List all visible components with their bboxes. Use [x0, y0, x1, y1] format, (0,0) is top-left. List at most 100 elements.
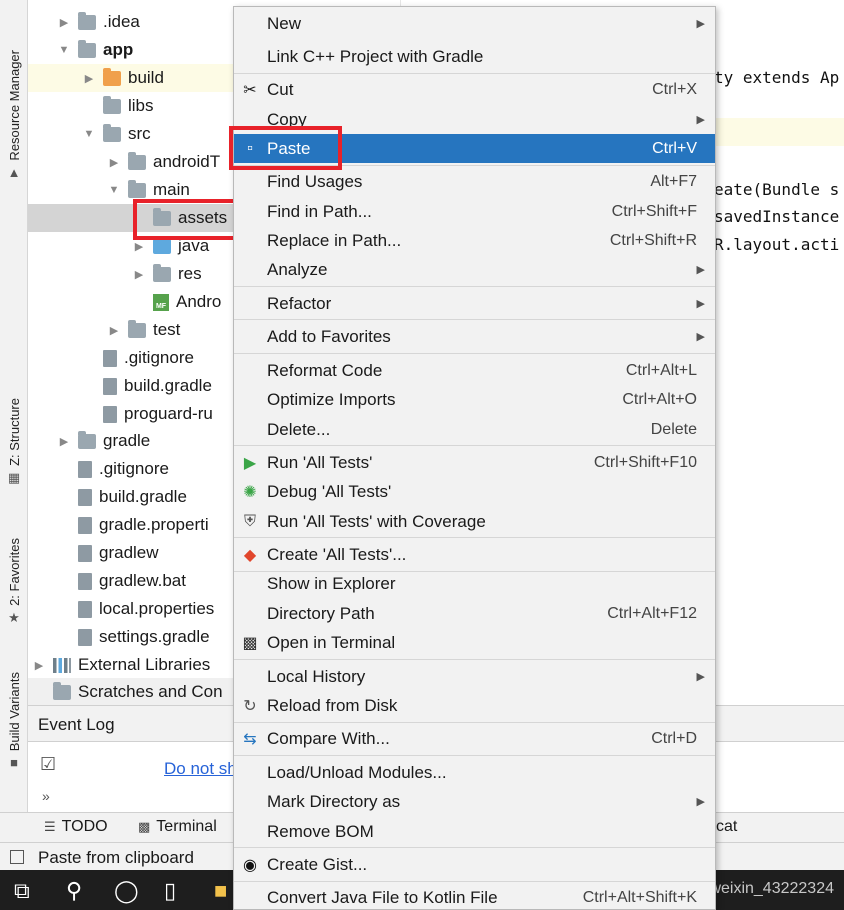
menu-item-show-in-explorer[interactable]: Show in Explorer	[234, 569, 715, 598]
menu-item-label: Delete...	[267, 419, 331, 439]
more-icon[interactable]: »	[42, 788, 50, 804]
menu-separator	[234, 881, 715, 882]
menu-item-shortcut: Alt+F7	[650, 172, 697, 190]
menu-item-optimize-imports[interactable]: Optimize Imports Ctrl+Alt+O	[234, 385, 715, 414]
tree-item-app-gitignore[interactable]: .gitignore	[28, 344, 238, 372]
annotation-highlight-paste	[229, 126, 342, 170]
cortana-icon[interactable]: ◯	[114, 878, 139, 904]
menu-item-find-usages[interactable]: Find Usages Alt+F7	[234, 167, 715, 196]
menu-item-create-all-tests[interactable]: ◆ Create 'All Tests'...	[234, 540, 715, 569]
tab-resource-manager-label: Resource Manager	[6, 50, 22, 161]
tree-item-app[interactable]: ▼ app	[28, 36, 238, 64]
scratches-icon	[53, 681, 71, 700]
expand-arrow-icon[interactable]: ▶	[83, 72, 95, 85]
tab-build-variants[interactable]: Build Variants ■	[0, 672, 28, 770]
tree-item-manifest[interactable]: MF Andro	[28, 288, 238, 316]
tree-item-app-build-gradle[interactable]: build.gradle	[28, 372, 238, 400]
menu-item-run-with-coverage[interactable]: ⛨ Run 'All Tests' with Coverage	[234, 507, 715, 536]
task-view-icon[interactable]: ▯	[164, 878, 176, 904]
menu-item-link-cpp[interactable]: Link C++ Project with Gradle	[234, 42, 715, 71]
menu-separator	[234, 537, 715, 538]
tree-item-scratches[interactable]: Scratches and Con	[28, 678, 238, 705]
menu-item-cut[interactable]: ✂ Cut Ctrl+X	[234, 75, 715, 104]
menu-item-add-to-favorites[interactable]: Add to Favorites ▶	[234, 322, 715, 351]
tab-todo[interactable]: ☰ TODO	[44, 818, 108, 836]
menu-item-label: Convert Java File to Kotlin File	[267, 887, 498, 907]
menu-item-find-in-path[interactable]: Find in Path... Ctrl+Shift+F	[234, 197, 715, 226]
tree-item-src[interactable]: ▼ src	[28, 120, 238, 148]
tree-item-label: gradle.properti	[99, 515, 209, 534]
submenu-arrow-icon: ▶	[696, 114, 705, 126]
collapse-arrow-icon[interactable]: ▼	[58, 44, 70, 56]
tab-terminal[interactable]: ▩ Terminal	[138, 818, 217, 836]
expand-arrow-icon[interactable]: ▶	[133, 268, 145, 281]
tree-item-external-libraries[interactable]: ▶ External Libraries	[28, 651, 238, 679]
expand-arrow-icon[interactable]: ▶	[108, 324, 120, 337]
menu-item-directory-path[interactable]: Directory Path Ctrl+Alt+F12	[234, 599, 715, 628]
expand-arrow-icon[interactable]: ▶	[33, 659, 45, 672]
tab-favorites[interactable]: 2: Favorites ★	[0, 538, 28, 626]
expand-arrow-icon[interactable]: ▶	[108, 156, 120, 169]
menu-item-create-gist[interactable]: ◉ Create Gist...	[234, 850, 715, 879]
menu-item-label: Create 'All Tests'...	[267, 544, 407, 564]
tree-item-build-gradle[interactable]: build.gradle	[28, 483, 238, 511]
tree-item-label: androidT	[153, 152, 221, 171]
tree-item-libs[interactable]: libs	[28, 92, 238, 120]
menu-item-reload-from-disk[interactable]: ↻ Reload from Disk	[234, 691, 715, 720]
menu-item-debug-all-tests[interactable]: ✺ Debug 'All Tests'	[234, 477, 715, 506]
tab-structure[interactable]: Z: Structure ▦	[0, 398, 28, 486]
libraries-icon	[53, 657, 71, 673]
tree-item-gradlew[interactable]: gradlew	[28, 539, 238, 567]
tab-logcat[interactable]: cat	[716, 818, 737, 836]
menu-item-open-in-terminal[interactable]: ▩ Open in Terminal	[234, 628, 715, 657]
tree-item-label: build.gradle	[99, 487, 187, 506]
tree-item-androidtest[interactable]: ▶ androidT	[28, 148, 238, 176]
menu-item-remove-bom[interactable]: Remove BOM	[234, 817, 715, 846]
expand-arrow-icon[interactable]: ▶	[58, 435, 70, 448]
tree-item-label: .gitignore	[124, 348, 194, 367]
menu-item-analyze[interactable]: Analyze ▶	[234, 255, 715, 284]
expand-arrow-icon[interactable]: ▶	[133, 240, 145, 253]
tree-item-local-properties[interactable]: local.properties	[28, 595, 238, 623]
coverage-shield-icon: ⛨	[243, 512, 256, 530]
menu-item-load-unload-modules[interactable]: Load/Unload Modules...	[234, 758, 715, 787]
tree-item-idea[interactable]: ▶ .idea	[28, 8, 238, 36]
tree-item-gradlew-bat[interactable]: gradlew.bat	[28, 567, 238, 595]
menu-item-compare-with[interactable]: ⇆ Compare With... Ctrl+D	[234, 724, 715, 753]
tree-item-gitignore[interactable]: .gitignore	[28, 455, 238, 483]
collapse-arrow-icon[interactable]: ▼	[83, 128, 95, 140]
tree-item-proguard[interactable]: proguard-ru	[28, 400, 238, 428]
menu-item-replace-in-path[interactable]: Replace in Path... Ctrl+Shift+R	[234, 226, 715, 255]
tree-item-gradle-properties[interactable]: gradle.properti	[28, 511, 238, 539]
menu-item-local-history[interactable]: Local History ▶	[234, 662, 715, 691]
menu-item-new[interactable]: New ▶	[234, 9, 715, 38]
menu-item-shortcut: Ctrl+Alt+Shift+K	[582, 888, 697, 906]
mark-read-icon[interactable]: ☑	[40, 754, 56, 775]
folder-icon	[103, 123, 121, 142]
toggle-tool-windows-icon[interactable]	[10, 850, 24, 864]
build-variants-icon: ■	[10, 755, 18, 771]
menu-item-reformat-code[interactable]: Reformat Code Ctrl+Alt+L	[234, 356, 715, 385]
menu-item-mark-directory-as[interactable]: Mark Directory as ▶	[234, 787, 715, 816]
tree-item-test[interactable]: ▶ test	[28, 316, 238, 344]
menu-item-run-all-tests[interactable]: ▶ Run 'All Tests' Ctrl+Shift+F10	[234, 448, 715, 477]
search-icon[interactable]: ⚲	[66, 878, 82, 904]
menu-item-convert-to-kotlin[interactable]: Convert Java File to Kotlin File Ctrl+Al…	[234, 883, 715, 910]
collapse-arrow-icon[interactable]: ▼	[108, 184, 120, 196]
file-explorer-icon[interactable]: ■	[214, 878, 227, 904]
tree-item-label: gradlew	[99, 543, 159, 562]
gitignore-file-icon	[103, 349, 117, 367]
windows-start-icon[interactable]: ⧉	[14, 878, 30, 904]
menu-item-delete[interactable]: Delete... Delete	[234, 415, 715, 444]
tree-item-build[interactable]: ▶ build	[28, 64, 238, 92]
menu-item-shortcut: Delete	[650, 420, 697, 438]
tree-item-res[interactable]: ▶ res	[28, 260, 238, 288]
tree-item-settings-gradle[interactable]: settings.gradle	[28, 623, 238, 651]
expand-arrow-icon[interactable]: ▶	[58, 16, 70, 29]
tab-todo-label: TODO	[61, 818, 108, 835]
tree-item-gradle[interactable]: ▶ gradle	[28, 427, 238, 455]
tab-resource-manager[interactable]: Resource Manager ▲	[0, 50, 28, 180]
menu-item-refactor[interactable]: Refactor ▶	[234, 289, 715, 318]
menu-item-label: Analyze	[267, 259, 328, 279]
code-text: ty extends Ap	[714, 68, 840, 87]
